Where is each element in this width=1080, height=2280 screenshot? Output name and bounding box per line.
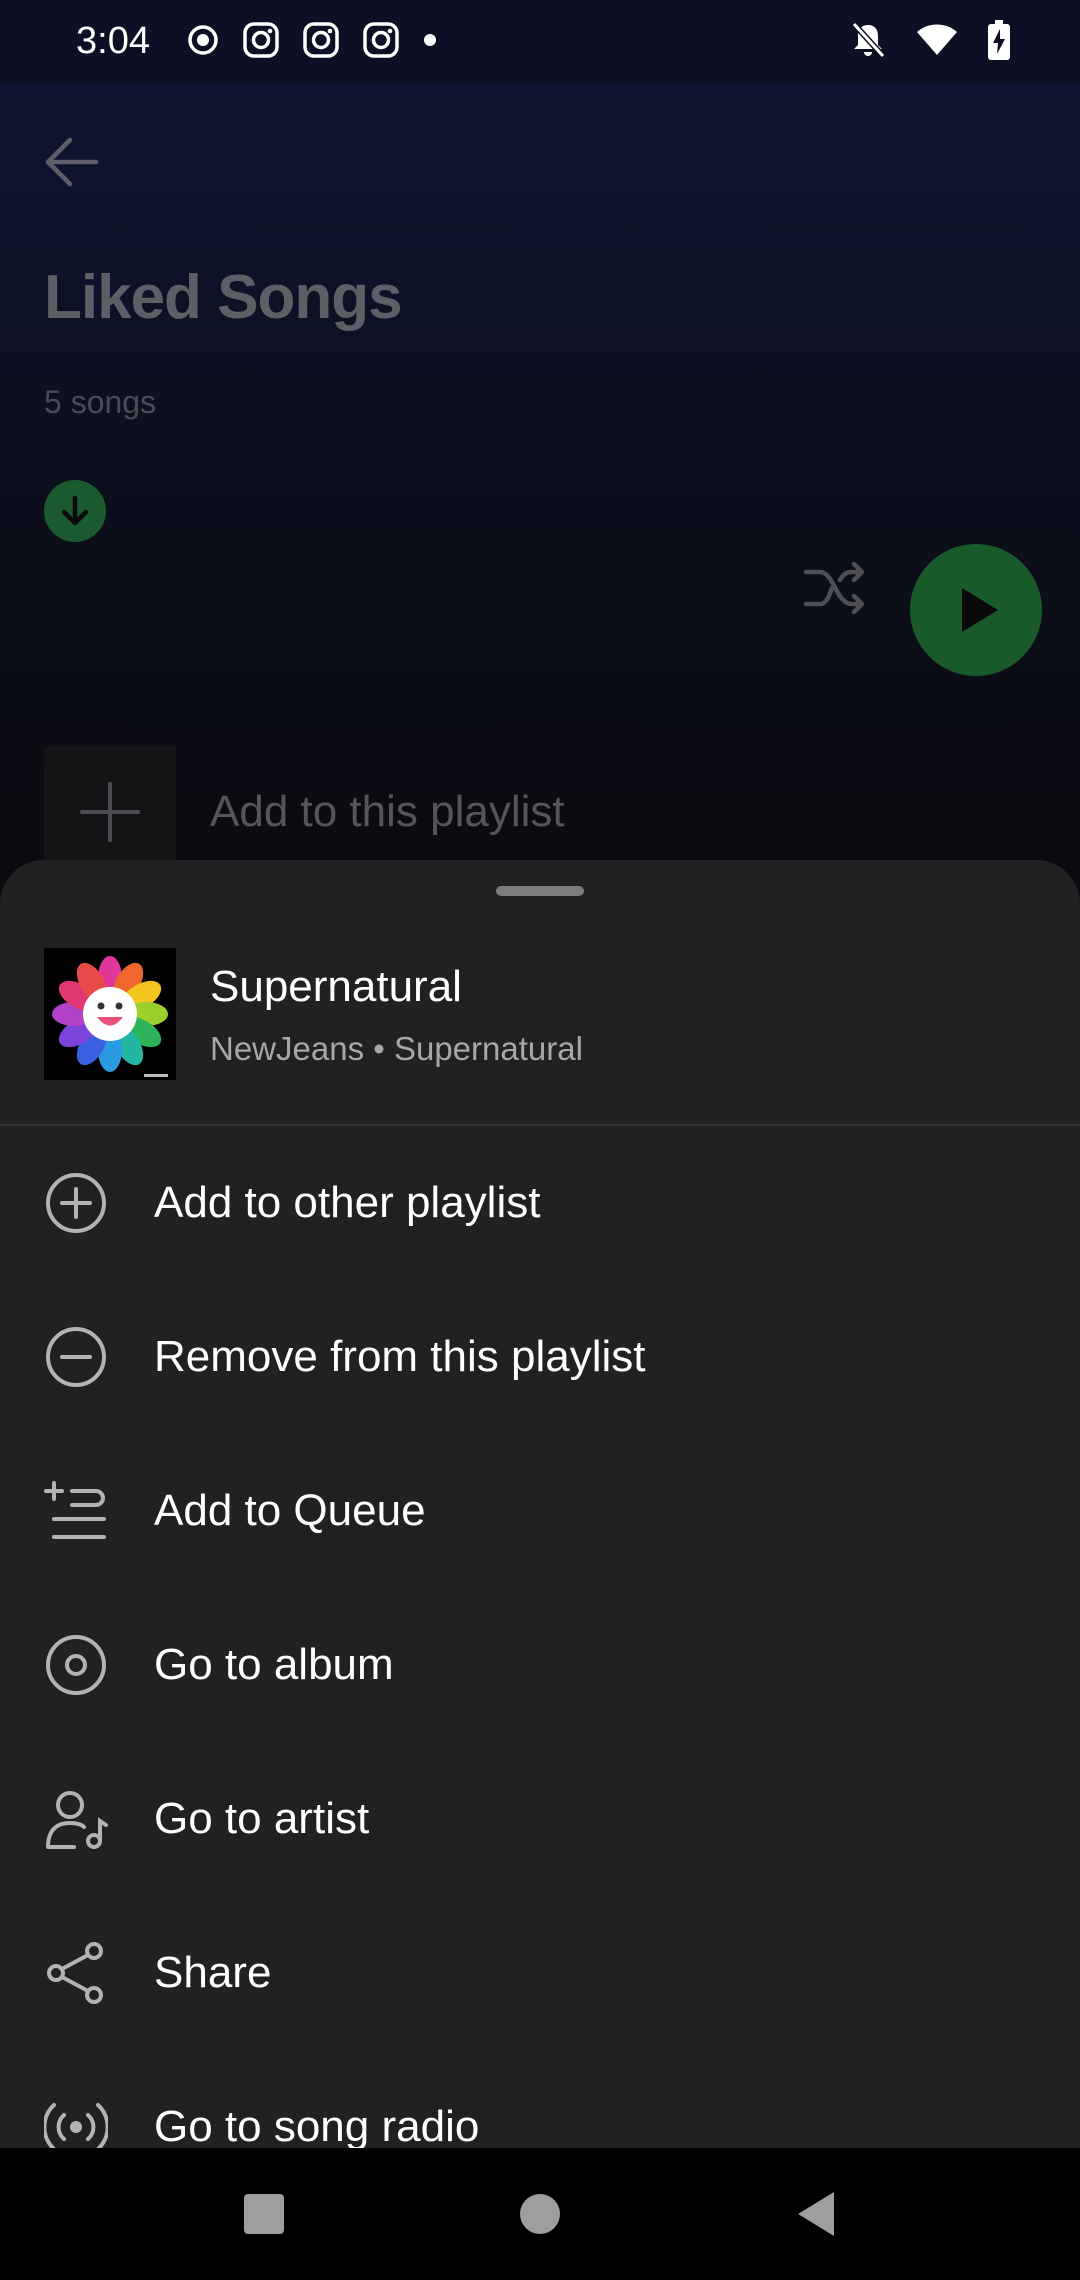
status-bar: 3:04 xyxy=(0,0,1080,84)
menu-item-label: Add to Queue xyxy=(154,1486,426,1535)
track-options-sheet: Supernatural NewJeans • Supernatural Add… xyxy=(0,860,1080,2150)
album-icon xyxy=(44,1633,108,1697)
minus-circle-icon xyxy=(44,1325,108,1389)
instagram-icon xyxy=(362,21,400,64)
menu-item-label: Go to song radio xyxy=(154,2102,480,2150)
instagram-icon xyxy=(302,21,340,64)
share-icon xyxy=(44,1941,108,2005)
back-arrow-icon xyxy=(45,137,99,187)
home-icon xyxy=(520,2194,560,2234)
home-button[interactable] xyxy=(508,2182,572,2246)
add-tile xyxy=(44,746,176,878)
radio-icon xyxy=(44,2095,108,2150)
play-button[interactable] xyxy=(910,544,1042,676)
download-button[interactable] xyxy=(44,480,106,542)
menu-item-label: Remove from this playlist xyxy=(154,1332,646,1381)
plus-icon xyxy=(80,782,140,842)
page-title: Liked Songs xyxy=(44,263,403,332)
wifi-icon xyxy=(916,23,958,62)
system-icons xyxy=(850,19,1010,65)
bell-off-icon xyxy=(850,21,886,64)
menu-item-label: Go to album xyxy=(154,1640,394,1689)
instagram-icon xyxy=(242,21,280,64)
record-icon xyxy=(186,23,220,62)
menu-item-add-to-other-playlist[interactable]: Add to other playlist xyxy=(0,1126,1080,1280)
sheet-drag-handle[interactable] xyxy=(496,886,584,896)
menu-item-label: Add to other playlist xyxy=(154,1178,541,1227)
add-to-playlist-label: Add to this playlist xyxy=(210,787,565,836)
status-time: 3:04 xyxy=(76,20,150,62)
song-subtitle: NewJeans • Supernatural xyxy=(210,1030,583,1067)
shuffle-icon xyxy=(803,561,865,615)
menu-item-add-to-queue[interactable]: Add to Queue xyxy=(0,1434,1080,1588)
menu-item-label: Share xyxy=(154,1948,272,1997)
add-to-playlist-row[interactable]: Add to this playlist xyxy=(44,746,565,878)
recents-icon xyxy=(244,2194,284,2234)
back-triangle-icon xyxy=(798,2192,834,2236)
menu-item-label: Go to artist xyxy=(154,1794,370,1843)
play-icon xyxy=(962,588,998,632)
plus-circle-icon xyxy=(44,1171,108,1235)
dot-icon xyxy=(422,32,438,53)
artist-icon xyxy=(44,1787,108,1851)
shuffle-button[interactable] xyxy=(800,552,872,624)
system-nav-bar xyxy=(0,2148,1080,2280)
recents-button[interactable] xyxy=(232,2182,296,2246)
menu-item-go-to-artist[interactable]: Go to artist xyxy=(0,1742,1080,1896)
back-arrow-button[interactable] xyxy=(40,130,104,194)
menu-item-go-to-song-radio[interactable]: Go to song radio xyxy=(0,2050,1080,2150)
song-header: Supernatural NewJeans • Supernatural xyxy=(44,948,1044,1080)
battery-charging-icon xyxy=(988,19,1010,65)
song-title: Supernatural xyxy=(210,962,462,1011)
menu-item-remove-from-playlist[interactable]: Remove from this playlist xyxy=(0,1280,1080,1434)
album-art xyxy=(44,948,176,1080)
menu-item-share[interactable]: Share xyxy=(0,1896,1080,2050)
notification-icons xyxy=(186,21,438,64)
back-button[interactable] xyxy=(784,2182,848,2246)
add-queue-icon xyxy=(44,1479,108,1543)
download-icon xyxy=(61,495,89,526)
menu-item-go-to-album[interactable]: Go to album xyxy=(0,1588,1080,1742)
song-count: 5 songs xyxy=(44,384,157,420)
track-options-menu: Add to other playlist Remove from this p… xyxy=(0,1126,1080,2150)
